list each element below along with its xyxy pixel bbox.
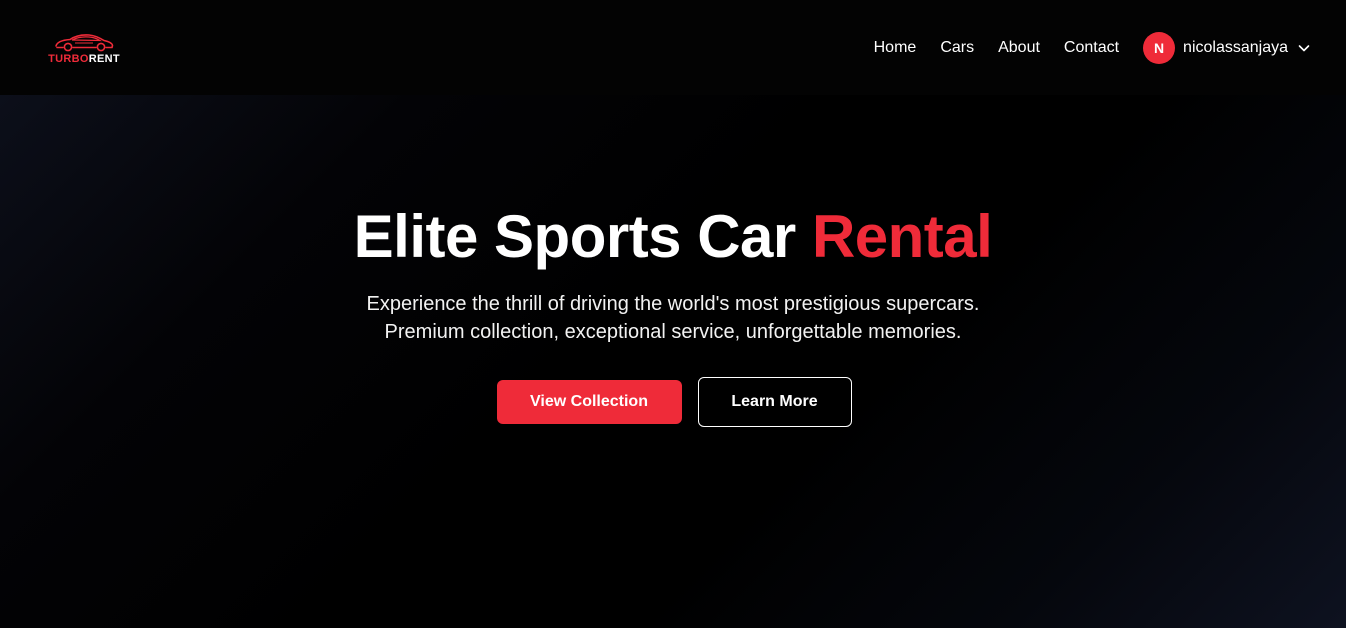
- nav-links: Home Cars About Contact: [874, 39, 1119, 57]
- brand-name-part1: TURBO: [48, 52, 89, 65]
- view-collection-button[interactable]: View Collection: [496, 380, 682, 424]
- page: TURBORENT Home Cars About Contact N nico…: [0, 0, 1346, 628]
- nav-link-contact[interactable]: Contact: [1064, 39, 1119, 57]
- nav-link-about[interactable]: About: [998, 39, 1040, 57]
- hero-subtitle-line2: Premium collection, exceptional service,…: [384, 321, 962, 343]
- username: nicolassanjaya: [1183, 38, 1288, 56]
- hero-title-main: Elite Sports Car: [353, 203, 812, 270]
- nav-link-cars[interactable]: Cars: [940, 39, 974, 57]
- hero-subtitle: Experience the thrill of driving the wor…: [0, 290, 1346, 346]
- nav-link-home[interactable]: Home: [874, 39, 917, 57]
- hero-section: Elite Sports Car Rental Experience the t…: [0, 95, 1346, 628]
- learn-more-button[interactable]: Learn More: [697, 377, 852, 427]
- sports-car-icon: [55, 33, 114, 51]
- brand-logo[interactable]: TURBORENT: [47, 31, 121, 65]
- navbar: TURBORENT Home Cars About Contact N nico…: [0, 0, 1346, 95]
- hero-subtitle-line1: Experience the thrill of driving the wor…: [366, 293, 980, 315]
- hero-buttons: View Collection Learn More: [0, 377, 1346, 427]
- hero-title-accent: Rental: [811, 203, 993, 270]
- avatar: N: [1143, 31, 1176, 64]
- user-menu[interactable]: N nicolassanjaya: [1143, 31, 1311, 64]
- nav-right: Home Cars About Contact N nicolassanjaya: [874, 31, 1311, 64]
- brand-name-part2: RENT: [88, 52, 120, 65]
- hero-title: Elite Sports Car Rental: [0, 203, 1346, 271]
- chevron-down-icon: [1298, 44, 1310, 51]
- brand-name: TURBORENT: [48, 53, 120, 65]
